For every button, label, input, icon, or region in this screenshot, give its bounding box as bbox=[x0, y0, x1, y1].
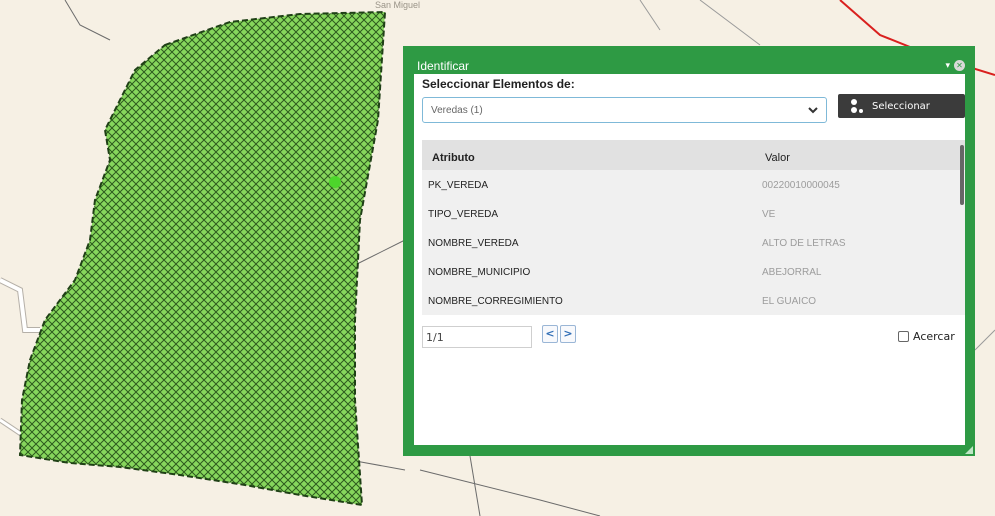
select-button-label: Seleccionar bbox=[872, 100, 930, 112]
minimize-icon[interactable]: ▾ bbox=[945, 61, 950, 71]
table-scrollbar[interactable] bbox=[960, 145, 964, 205]
value-cell: 00220010000045 bbox=[762, 180, 840, 191]
select-caption: Seleccionar Elementos de: bbox=[422, 77, 575, 91]
table-row: NOMBRE_VEREDA ALTO DE LETRAS bbox=[422, 228, 957, 258]
panel-controls: ▾ ✕ bbox=[945, 60, 965, 71]
selected-point-marker bbox=[329, 176, 341, 188]
attribute-cell: NOMBRE_MUNICIPIO bbox=[428, 267, 531, 278]
table-row: TIPO_VEREDA VE bbox=[422, 199, 957, 229]
zoom-to-label: Acercar bbox=[913, 330, 955, 343]
column-header-attribute: Atributo bbox=[432, 152, 475, 164]
zoom-to-checkbox[interactable]: Acercar bbox=[898, 330, 955, 343]
close-icon[interactable]: ✕ bbox=[954, 60, 965, 71]
panel-body: Seleccionar Elementos de: Veredas (1) Se… bbox=[414, 74, 965, 445]
page-input[interactable]: 1/1 bbox=[422, 326, 532, 348]
chevron-down-icon bbox=[808, 107, 818, 114]
identify-panel: Identificar ▾ ✕ Seleccionar Elementos de… bbox=[403, 46, 975, 456]
attribute-cell: NOMBRE_CORREGIMIENTO bbox=[428, 296, 563, 307]
table-header: Atributo Valor bbox=[422, 140, 965, 170]
page-indicator: 1/1 bbox=[426, 331, 444, 344]
column-header-value: Valor bbox=[765, 152, 790, 164]
table-row: NOMBRE_MUNICIPIO ABEJORRAL bbox=[422, 257, 957, 287]
map-place-label: San Miguel bbox=[375, 0, 421, 10]
attribute-cell: NOMBRE_VEREDA bbox=[428, 238, 519, 249]
checkbox-box[interactable] bbox=[898, 331, 909, 342]
layer-select[interactable]: Veredas (1) bbox=[422, 97, 827, 123]
value-cell: EL GUAICO bbox=[762, 296, 817, 307]
panel-title: Identificar bbox=[417, 59, 470, 73]
value-cell: ALTO DE LETRAS bbox=[762, 238, 846, 249]
layer-select-value: Veredas (1) bbox=[431, 105, 483, 116]
attribute-table: Atributo Valor PK_VEREDA 00220010000045 … bbox=[422, 140, 965, 315]
select-button[interactable]: Seleccionar bbox=[838, 94, 965, 118]
select-pointer-icon bbox=[851, 99, 863, 113]
resize-handle-icon[interactable] bbox=[965, 446, 973, 454]
attribute-cell: TIPO_VEREDA bbox=[428, 209, 499, 220]
prev-page-button[interactable]: < bbox=[542, 325, 558, 343]
value-cell: ABEJORRAL bbox=[762, 267, 822, 278]
table-row: PK_VEREDA 00220010000045 bbox=[422, 170, 957, 200]
attribute-cell: PK_VEREDA bbox=[428, 180, 489, 191]
value-cell: VE bbox=[762, 209, 776, 220]
next-page-button[interactable]: > bbox=[560, 325, 576, 343]
table-row: NOMBRE_CORREGIMIENTO EL GUAICO bbox=[422, 286, 957, 315]
